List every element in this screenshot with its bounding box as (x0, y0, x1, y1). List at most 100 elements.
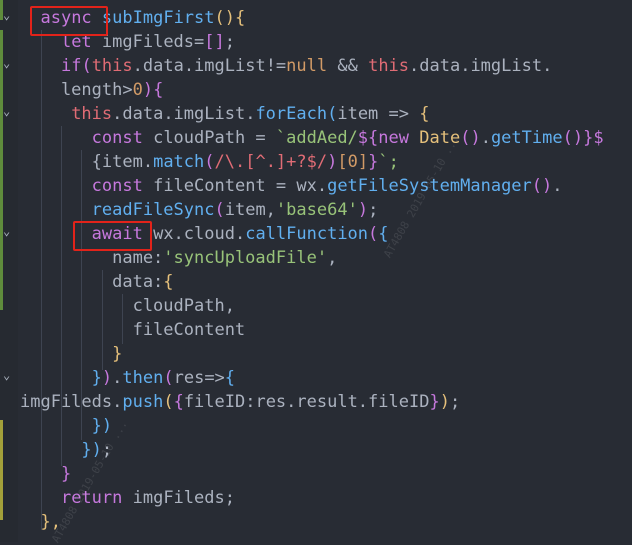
code-line[interactable]: length>0){ (20, 78, 163, 102)
code-token: ( (81, 56, 92, 76)
code-token: { (419, 104, 430, 124)
code-token: ) (327, 152, 338, 172)
code-token: ) (142, 80, 154, 100)
code-token: wx.cloud. (142, 224, 246, 244)
code-token: ; (449, 392, 461, 412)
code-token: , (327, 248, 338, 268)
code-line[interactable]: const fileContent = wx.getFileSystemMana… (20, 174, 563, 198)
code-token: { (173, 392, 184, 412)
code-token: this (368, 56, 410, 76)
async-highlight-box (30, 6, 108, 36)
code-token: name: (20, 248, 164, 268)
code-token: { (153, 80, 164, 100)
code-line[interactable]: return imgFileds; (20, 486, 235, 510)
code-token: if (60, 56, 82, 76)
code-token: 0 (132, 80, 143, 100)
fold-chevron-icon[interactable]: ⌄ (3, 368, 10, 382)
code-editor[interactable]: ⌄ ⌄ ⌄ ⌄ ⌄ async subImgFirst(){ let imgFi… (0, 0, 632, 545)
code-token: cloudPath = (142, 128, 276, 148)
code-token: ; (368, 200, 379, 220)
code-token: ; (224, 32, 235, 52)
code-token: } (112, 344, 123, 364)
code-token: [] (204, 32, 225, 52)
code-token: ) (101, 368, 113, 388)
code-token: ( (204, 152, 215, 172)
code-token: . (112, 368, 123, 388)
code-line[interactable]: readFileSync(item,'base64'); (20, 198, 379, 222)
fold-chevron-icon[interactable]: ⌄ (3, 56, 10, 70)
code-line[interactable]: }) (20, 414, 112, 438)
code-token: 'syncUploadFile' (163, 248, 328, 268)
code-token: . (552, 176, 563, 196)
code-token: `addAed/ (275, 128, 358, 148)
code-line[interactable]: this.data.imgList.forEach(item => { (20, 102, 429, 126)
code-token: const (91, 128, 143, 148)
code-token: const (91, 176, 143, 196)
code-token: null (286, 56, 328, 76)
code-token: ) (439, 392, 450, 412)
code-token: { (163, 272, 174, 292)
code-token: } (429, 392, 440, 412)
code-token: ) (357, 200, 369, 220)
code-token: then (122, 368, 164, 388)
code-token: ( (214, 200, 225, 220)
code-token: /\.[^.]+?$/ (214, 152, 328, 172)
code-token: cloudPath, (20, 296, 235, 316)
code-line[interactable]: } (20, 462, 71, 486)
code-token: } (91, 368, 102, 388)
code-token: getTime (490, 128, 563, 148)
code-token: () (460, 128, 481, 148)
code-line[interactable]: data:{ (20, 270, 174, 294)
code-token: 'base64' (275, 200, 358, 220)
fold-chevron-icon[interactable]: ⌄ (3, 8, 10, 22)
git-change-bar (0, 420, 3, 520)
code-line[interactable]: } (20, 342, 122, 366)
code-token: ( (163, 392, 174, 412)
code-line[interactable]: if(this.data.imgList!=null && this.data.… (20, 54, 552, 78)
code-line[interactable]: fileContent (20, 318, 246, 342)
code-token: .data.imgList!= (132, 56, 287, 76)
editor-gutter: ⌄ ⌄ ⌄ ⌄ ⌄ (0, 0, 18, 542)
code-line[interactable]: {item.match(/\.[^.]+?$/)[0]}`; (20, 150, 399, 174)
git-change-bar (0, 30, 3, 310)
code-token: res=> (173, 368, 225, 388)
fold-chevron-icon[interactable]: ⌄ (3, 104, 10, 118)
code-token: push (122, 392, 164, 412)
code-token: readFileSync (91, 200, 215, 220)
code-token: match (153, 152, 205, 172)
code-line[interactable]: imgFileds.push({fileID:res.result.fileID… (20, 390, 460, 414)
code-token: {item. (91, 152, 154, 172)
code-token: () (531, 176, 553, 196)
code-token: () (562, 128, 584, 148)
code-token: fileContent (20, 320, 246, 340)
code-token: .data.imgList. (409, 56, 553, 76)
await-highlight-box (73, 221, 152, 251)
code-line[interactable]: }).then(res=>{ (20, 366, 235, 390)
code-token: this (91, 56, 133, 76)
code-token: fileID:res.result.fileID (183, 392, 430, 412)
code-token: this (71, 104, 113, 124)
code-token: item => (337, 104, 420, 124)
code-token: data: (20, 272, 164, 292)
code-token: { (224, 368, 236, 388)
code-line[interactable]: name:'syncUploadFile', (20, 246, 337, 270)
code-line[interactable]: cloudPath, (20, 294, 235, 318)
code-token: callFunction (245, 224, 369, 244)
code-token: length> (20, 80, 133, 100)
code-token: item, (224, 200, 276, 220)
fold-chevron-icon[interactable]: ⌄ (3, 224, 10, 238)
code-token: forEach (255, 104, 328, 124)
code-token: ( (327, 104, 338, 124)
code-line[interactable]: const cloudPath = `addAed/${new Date().g… (20, 126, 604, 150)
code-token: .data.imgList. (112, 104, 256, 124)
